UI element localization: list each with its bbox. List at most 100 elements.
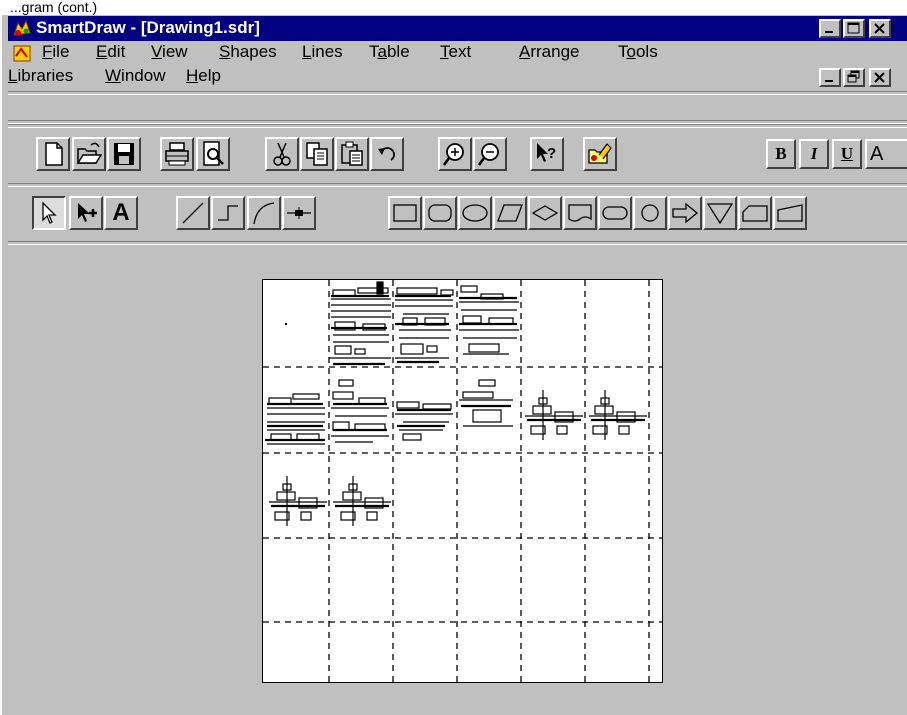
thumb-6 [395,401,453,441]
italic-label: I [810,144,818,163]
open-button[interactable] [72,137,106,171]
diamond-icon [531,205,559,221]
document-shape-tool[interactable] [563,196,597,230]
zoom-in-icon [442,143,464,166]
bold-label: B [775,144,787,163]
terminator-icon [602,206,628,220]
context-help-icon: ? [537,143,556,162]
menu-help[interactable]: Help [186,66,221,86]
document-caption: ...gram (cont.) [10,0,98,15]
ellipse-tool[interactable] [458,196,492,230]
pointer-tool[interactable] [32,196,66,230]
new-button[interactable] [36,137,70,171]
save-button[interactable] [107,137,141,171]
line-icon [182,202,204,224]
toolbar-top-separator-2 [8,124,907,128]
print-button[interactable] [160,137,194,171]
menu-file[interactable]: File [42,42,69,62]
menu-window[interactable]: Window [105,66,165,86]
library-button[interactable] [583,137,617,171]
new-icon [45,142,63,166]
bold-button[interactable]: B [766,139,796,169]
undo-icon [378,147,396,161]
underline-label: U [840,144,854,163]
restore-icon [847,70,860,83]
connector-icon [287,207,311,219]
manual-input-icon [777,204,803,222]
elbow-line-tool[interactable] [211,196,245,230]
triangle-down-icon [706,203,734,225]
title-bar[interactable]: SmartDraw - [Drawing1.sdr] [8,16,907,41]
card-tool[interactable] [738,196,772,230]
drawing-toolbar: A [8,187,907,245]
smartdraw-app-icon[interactable] [12,19,32,38]
drawing-toolbar-separator [8,241,907,245]
triangle-down-tool[interactable] [703,196,737,230]
arrow-right-tool[interactable] [668,196,702,230]
parallelogram-tool[interactable] [493,196,527,230]
parallelogram-icon [497,204,523,222]
page-break-lines [263,280,662,682]
line-tool[interactable] [176,196,210,230]
zoom-in-button[interactable] [438,137,472,171]
cut-button[interactable] [265,137,299,171]
undo-button[interactable] [370,137,404,171]
paste-button[interactable] [335,137,369,171]
pointer-icon [42,201,57,224]
document-icon[interactable] [12,44,32,63]
thumb-5 [331,379,389,443]
zoom-out-icon [477,143,499,166]
thumb-1 [329,281,391,359]
thumb-3 [459,285,519,355]
curve-line-tool[interactable] [247,196,281,230]
menubar: File Edit View Shapes Lines Table Text A… [8,41,907,91]
close-button[interactable] [869,19,891,38]
doc-restore-button[interactable] [843,68,865,87]
context-help-button[interactable]: ? [530,137,564,171]
rectangle-tool[interactable] [388,196,422,230]
page-grid [263,280,662,682]
connector-tool[interactable] [282,196,316,230]
zoom-out-button[interactable] [473,137,507,171]
circle-tool[interactable] [633,196,667,230]
manual-input-tool[interactable] [773,196,807,230]
menu-text[interactable]: Text [440,42,471,62]
maximize-icon [847,22,860,34]
rounded-rectangle-tool[interactable] [423,196,457,230]
elbow-line-icon [218,205,238,221]
rounded-rectangle-icon [428,204,452,222]
menu-arrange[interactable]: Arrange [519,42,579,62]
point-insert-tool[interactable] [69,196,103,230]
minimize-icon [825,31,833,33]
menu-edit[interactable]: Edit [96,42,125,62]
menu-lines[interactable]: Lines [302,42,343,62]
diamond-tool[interactable] [528,196,562,230]
menu-tools[interactable]: Tools [618,42,658,62]
menu-shapes[interactable]: Shapes [219,42,277,62]
paste-icon [341,141,363,166]
arrow-right-icon [672,202,699,224]
underline-button[interactable]: U [832,139,862,169]
maximize-button[interactable] [843,19,865,38]
thumb-10 [269,476,327,526]
menu-view[interactable]: View [151,42,188,62]
curve-line-icon [253,202,275,225]
page-view[interactable] [262,279,663,683]
italic-button[interactable]: I [799,139,829,169]
print-preview-button[interactable] [196,137,230,171]
doc-close-button[interactable] [869,68,891,87]
copy-button[interactable] [300,137,334,171]
menu-table[interactable]: Table [369,42,410,62]
doc-minimize-button[interactable] [819,68,841,87]
thumb-11 [333,476,391,526]
svg-text:?: ? [547,145,556,162]
font-button[interactable]: A [865,139,907,169]
terminator-tool[interactable] [598,196,632,230]
text-tool[interactable]: A [104,196,138,230]
minimize-button[interactable] [819,19,841,38]
menu-libraries[interactable]: Libraries [8,66,73,86]
print-preview-icon [203,141,224,166]
point-insert-icon [78,203,97,222]
print-icon [165,142,189,166]
standard-toolbar: ? B I U A [8,95,907,187]
